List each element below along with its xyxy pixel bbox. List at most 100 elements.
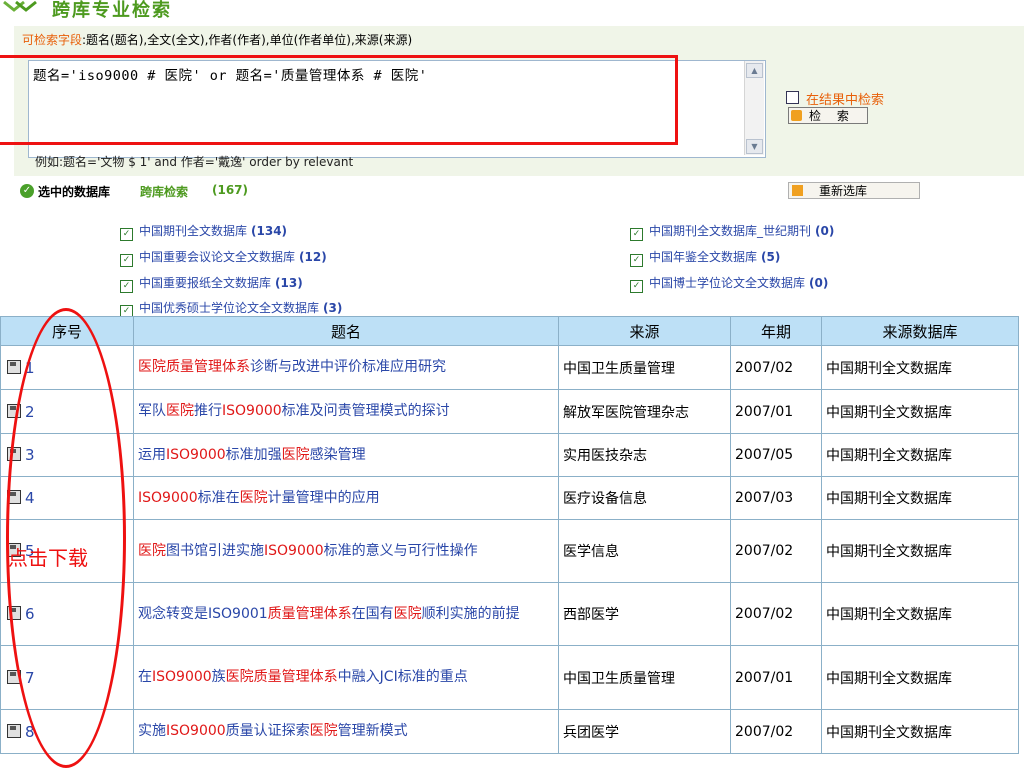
db-checkbox-item[interactable]: ✓ 中国重要报纸全文数据库 (13) [120,274,303,293]
title-keyword: ISO9000 [152,669,212,685]
checkbox-icon [792,185,803,196]
database-cell: 中国期刊全文数据库 [821,645,1019,710]
title-link[interactable]: 实施ISO9000质量认证探索医院管理新模式 [133,709,559,754]
title-link[interactable]: 在ISO9000族医院质量管理体系中融入JCI标准的重点 [133,645,559,710]
column-header: 年期 [730,316,822,346]
page-header: 跨库专业检索 [0,0,1024,24]
title-keyword: 医院 [166,403,194,419]
selected-databases-label: 选中的数据库 [38,185,111,199]
table-row[interactable]: 1 医院质量管理体系诊断与改进中评价标准应用研究 中国卫生质量管理 2007/02 中国… [0,345,1019,390]
db-checkbox-item[interactable]: ✓ 中国期刊全文数据库_世纪期刊 (0) [630,222,834,241]
source-cell: 医疗设备信息 [558,476,731,520]
source-cell: 解放军医院管理杂志 [558,389,731,434]
title-link[interactable]: 观念转变是ISO9001质量管理体系在国有医院顺利实施的前提 [133,582,559,646]
check-circle-icon: ✓ [20,184,34,198]
database-cell: 中国期刊全文数据库 [821,433,1019,477]
title-text: 中融入JCI标准的重点 [337,669,468,685]
scroll-up-button[interactable]: ▲ [746,63,763,78]
column-header: 来源数据库 [821,316,1019,346]
checkbox-checked-icon: ✓ [630,280,643,293]
checkbox-checked-icon: ✓ [630,228,643,241]
table-row[interactable]: 7 在ISO9000族医院质量管理体系中融入JCI标准的重点 中国卫生质量管理 200… [0,645,1019,710]
issue-cell: 2007/02 [730,709,822,754]
checkbox-checked-icon: ✓ [120,228,133,241]
checkbox-checked-icon: ✓ [120,254,133,267]
title-text: 感染管理 [309,446,366,463]
source-cell: 中国卫生质量管理 [558,645,731,710]
table-row[interactable]: 6 观念转变是ISO9001质量管理体系在国有医院顺利实施的前提 西部医学 2007/… [0,582,1019,646]
issue-cell: 2007/02 [730,582,822,646]
title-text: 推行 [194,403,222,419]
db-checkbox-item[interactable]: ✓ 中国期刊全文数据库 (134) [120,222,287,241]
results-table: 序号 题名 来源 年期 来源数据库 1 医院质量管理体系诊断与改进中评价标准应用研… [0,316,1019,754]
download-icon[interactable] [7,723,21,738]
title-keyword: 质量管理体系 [267,605,352,622]
title-keyword: 医院 [138,542,166,559]
search-in-results-checkbox[interactable] [786,91,799,104]
table-header-row: 序号 题名 来源 年期 来源数据库 [0,316,1019,346]
source-cell: 西部医学 [558,582,731,646]
database-cell: 中国期刊全文数据库 [821,582,1019,646]
db-checkbox-item[interactable]: ✓ 中国年鉴全文数据库 (5) [630,248,780,267]
source-cell: 实用医技杂志 [558,433,731,477]
title-text: 标准的意义与可行性操作 [323,542,478,559]
title-link[interactable]: 军队医院推行ISO9000标准及问责管理模式的探讨 [133,389,559,434]
cross-db-search-link[interactable]: 跨库检索 [140,183,188,200]
title-text: 质量认证探索 [225,723,310,739]
issue-cell: 2007/02 [730,519,822,583]
download-icon[interactable] [7,359,21,374]
database-cell: 中国期刊全文数据库 [821,476,1019,520]
title-keyword: 医院 [393,605,422,622]
title-text: 标准加强 [225,446,282,463]
issue-cell: 2007/01 [730,645,822,710]
annotation-oval [6,308,126,768]
database-cell: 中国期刊全文数据库 [821,345,1019,390]
database-cell: 中国期刊全文数据库 [821,389,1019,434]
source-cell: 中国卫生质量管理 [558,345,731,390]
fields-text: :题名(题名),全文(全文),作者(作者),单位(作者单位),来源(来源) [82,33,413,47]
table-row[interactable]: 4 ISO9000标准在医院计量管理中的应用 医疗设备信息 2007/03 中国期刊全文… [0,476,1019,520]
page-title: 跨库专业检索 [52,0,172,21]
title-text: 族 [211,669,226,685]
search-button[interactable]: 检 索 [788,107,868,124]
total-count: (167) [212,183,249,197]
db-checkbox-item[interactable]: ✓ 中国博士学位论文全文数据库 (0) [630,274,828,293]
title-keyword: 医院质量管理体系 [138,359,250,375]
issue-cell: 2007/03 [730,476,822,520]
table-row[interactable]: 5 医院图书馆引进实施ISO9000标准的意义与可行性操作 医学信息 2007/02 中… [0,519,1019,583]
magnifier-icon [791,110,802,121]
title-link[interactable]: ISO9000标准在医院计量管理中的应用 [133,476,559,520]
title-text: 标准在 [197,489,240,506]
column-header: 来源 [558,316,731,346]
title-keyword: 医院 [281,446,310,463]
title-text: 军队 [138,403,166,419]
title-text: 观念转变是ISO9001 [138,605,268,622]
title-keyword: ISO9000 [222,403,282,419]
title-text: 顺利实施的前提 [421,605,520,622]
title-text: 实施 [138,723,166,739]
title-link[interactable]: 医院质量管理体系诊断与改进中评价标准应用研究 [133,345,559,390]
title-keyword: 医院质量管理体系 [225,669,338,685]
database-cell: 中国期刊全文数据库 [821,709,1019,754]
issue-cell: 2007/01 [730,389,822,434]
title-text: 计量管理中的应用 [267,489,380,506]
table-row[interactable]: 2 军队医院推行ISO9000标准及问责管理模式的探讨 解放军医院管理杂志 2007/… [0,389,1019,434]
title-link[interactable]: 医院图书馆引进实施ISO9000标准的意义与可行性操作 [133,519,559,583]
title-link[interactable]: 运用ISO9000标准加强医院感染管理 [133,433,559,477]
source-cell: 医学信息 [558,519,731,583]
scroll-down-button[interactable]: ▼ [746,139,763,154]
double-arrow-icon [3,0,37,12]
checkbox-checked-icon: ✓ [120,280,133,293]
column-header: 题名 [133,316,559,346]
table-row[interactable]: 8 实施ISO9000质量认证探索医院管理新模式 兵团医学 2007/02 中国期刊全文… [0,709,1019,754]
db-checkbox-item[interactable]: ✓ 中国重要会议论文全文数据库 (12) [120,248,327,267]
table-row[interactable]: 3 运用ISO9000标准加强医院感染管理 实用医技杂志 2007/05 中国期刊全文数… [0,433,1019,477]
title-text: 在国有 [351,605,394,622]
title-text: 在 [138,669,152,685]
title-text: 诊断与改进中评价标准应用研究 [250,359,446,375]
source-cell: 兵团医学 [558,709,731,754]
title-text: 管理新模式 [337,723,408,739]
reselect-database-button[interactable]: 重新选库 [788,182,920,199]
query-example: 例如:题名='文物 $ 1' and 作者='戴逸' order by rele… [35,155,354,169]
highlight-box [0,55,678,145]
